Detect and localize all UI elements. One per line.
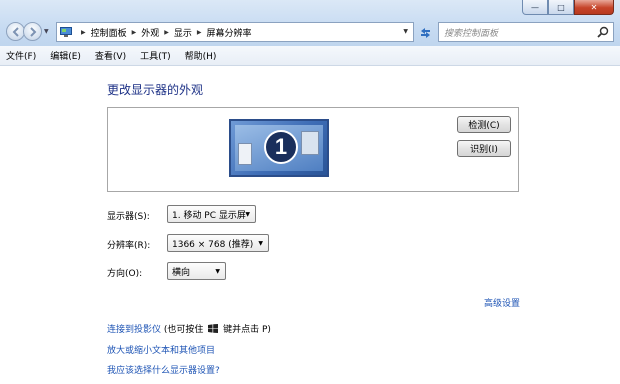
breadcrumb-separator-icon[interactable]: ▶	[132, 29, 137, 36]
resolution-select-value: 1366 × 768 (推荐)	[172, 239, 254, 250]
which-settings-link[interactable]: 我应该选择什么显示器设置?	[107, 363, 220, 376]
breadcrumb-display[interactable]: 显示	[174, 26, 192, 39]
breadcrumb-control-panel[interactable]: 控制面板	[91, 26, 127, 39]
breadcrumb-separator-icon[interactable]: ▶	[164, 29, 169, 36]
maximize-icon: □	[557, 2, 565, 12]
monitor-1-thumbnail[interactable]: 1	[229, 119, 329, 177]
projector-row: 连接到投影仪 (也可按住 键并点击 P)	[107, 322, 271, 335]
chevron-down-icon: ▼	[215, 268, 220, 275]
recent-pages-dropdown-icon[interactable]: ▼	[44, 28, 49, 35]
menu-help[interactable]: 帮助(H)	[185, 49, 217, 62]
orientation-label: 方向(O):	[107, 269, 143, 279]
control-panel-icon	[60, 27, 72, 37]
resolution-label: 分辨率(R):	[107, 241, 151, 251]
minimize-icon: —	[531, 2, 539, 12]
search-icon[interactable]	[597, 26, 609, 38]
menu-view[interactable]: 查看(V)	[95, 49, 126, 62]
close-button[interactable]: ✕	[574, 0, 614, 15]
menu-bar: 文件(F) 编辑(E) 查看(V) 工具(T) 帮助(H)	[0, 46, 620, 66]
resolution-select[interactable]: 1366 × 768 (推荐) ▼	[167, 234, 269, 252]
monitor-preview-panel: 1 检测(C) 识别(I)	[107, 107, 519, 192]
breadcrumb-separator-icon[interactable]: ▶	[81, 29, 86, 36]
orientation-select-value: 横向	[172, 267, 191, 278]
mini-window-graphic	[301, 131, 319, 155]
breadcrumb-separator-icon[interactable]: ▶	[197, 29, 202, 36]
main-content: 更改显示器的外观 1 检测(C) 识别(I) 显示器(S): 1. 移动 PC …	[0, 67, 620, 384]
menu-tools[interactable]: 工具(T)	[140, 49, 171, 62]
window-controls: — □ ✕	[522, 0, 614, 15]
address-bar[interactable]: ▶ 控制面板 ▶ 外观 ▶ 显示 ▶ 屏幕分辨率 ▼	[56, 22, 414, 42]
menu-file[interactable]: 文件(F)	[6, 49, 36, 62]
maximize-button[interactable]: □	[548, 0, 574, 15]
address-dropdown-icon[interactable]: ▼	[403, 28, 408, 35]
refresh-icon	[420, 27, 430, 38]
search-placeholder: 搜索控制面板	[444, 28, 499, 39]
refresh-button[interactable]	[416, 22, 434, 42]
text-size-link[interactable]: 放大或缩小文本和其他项目	[107, 343, 215, 356]
orientation-select[interactable]: 横向 ▼	[167, 262, 226, 280]
chevron-down-icon: ▼	[258, 240, 263, 247]
mini-window-graphic	[238, 143, 252, 165]
advanced-settings-link[interactable]: 高级设置	[484, 296, 520, 309]
connect-projector-link[interactable]: 连接到投影仪	[107, 325, 161, 335]
monitor-number-badge: 1	[264, 130, 298, 164]
detect-button[interactable]: 检测(C)	[457, 116, 511, 133]
page-title: 更改显示器的外观	[107, 83, 204, 97]
search-input[interactable]: 搜索控制面板	[438, 22, 614, 42]
back-arrow-icon	[12, 26, 19, 37]
minimize-button[interactable]: —	[522, 0, 548, 15]
projector-hint-suffix: 键并点击 P)	[220, 325, 271, 335]
display-select-value: 1. 移动 PC 显示屏	[172, 210, 246, 221]
nav-buttons: ▼	[6, 22, 49, 41]
breadcrumb-appearance[interactable]: 外观	[141, 26, 159, 39]
windows-logo-icon	[208, 324, 219, 333]
close-icon: ✕	[590, 2, 598, 12]
display-select[interactable]: 1. 移动 PC 显示屏 ▼	[167, 205, 256, 223]
forward-button[interactable]	[23, 22, 42, 41]
identify-button[interactable]: 识别(I)	[457, 140, 511, 157]
monitor-screen: 1	[235, 125, 323, 171]
menu-edit[interactable]: 编辑(E)	[50, 49, 81, 62]
breadcrumb-screen-resolution[interactable]: 屏幕分辨率	[207, 26, 252, 39]
projector-hint-prefix: (也可按住	[161, 325, 207, 335]
forward-arrow-icon	[29, 26, 36, 37]
chevron-down-icon: ▼	[245, 211, 250, 218]
display-label: 显示器(S):	[107, 212, 150, 222]
title-bar: — □ ✕ ▼ ▶ 控制面板 ▶ 外观 ▶ 显示 ▶ 屏幕分辨率 ▼ 搜索控制面…	[0, 0, 620, 46]
